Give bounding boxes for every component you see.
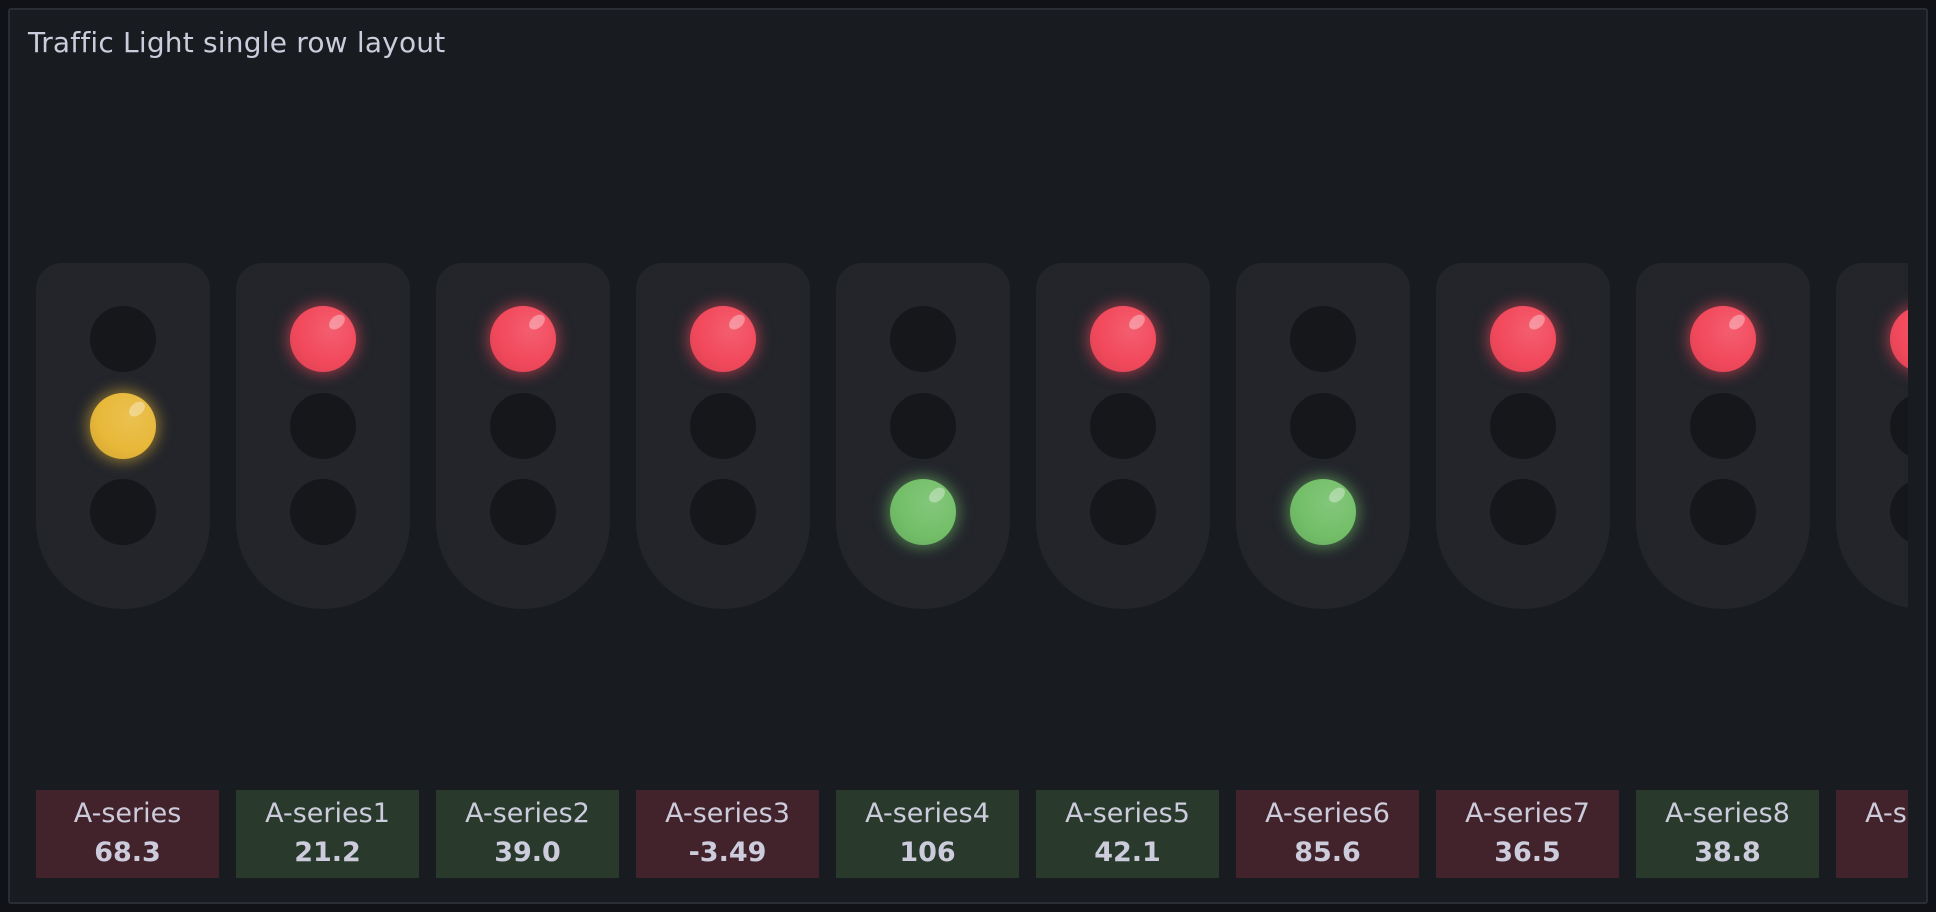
bottom-lamp — [1090, 479, 1156, 545]
traffic-light-row: A-series 68.3 A-series1 21.2 A-series2 39.0 A-… — [10, 10, 1908, 902]
traffic-light-housing — [1836, 263, 1908, 609]
top-lamp — [1890, 306, 1908, 372]
middle-lamp — [290, 393, 356, 459]
middle-lamp — [1090, 393, 1156, 459]
traffic-light-item: A-series 68.3 — [12, 10, 219, 902]
series-value: 42.1 — [1094, 837, 1161, 868]
traffic-light-item: A-series4 106 — [812, 10, 1019, 902]
series-value: 21.2 — [294, 837, 361, 868]
bottom-lamp — [1690, 479, 1756, 545]
series-value: 106 — [899, 837, 956, 868]
traffic-light-item: A-series5 42.1 — [1012, 10, 1219, 902]
traffic-light-housing — [836, 263, 1010, 609]
bottom-lamp — [90, 479, 156, 545]
series-label[interactable]: A-series7 36.5 — [1436, 790, 1619, 878]
series-value: 39.0 — [494, 837, 561, 868]
middle-lamp — [1290, 393, 1356, 459]
traffic-light-panel: Traffic Light single row layout A-series… — [8, 8, 1928, 904]
top-lamp — [490, 306, 556, 372]
top-lamp — [1090, 306, 1156, 372]
series-name: A-series2 — [465, 798, 590, 829]
series-label[interactable]: A-series9 4 — [1836, 790, 1908, 878]
middle-lamp — [690, 393, 756, 459]
middle-lamp — [1890, 393, 1908, 459]
series-label[interactable]: A-series8 38.8 — [1636, 790, 1819, 878]
traffic-light-housing — [236, 263, 410, 609]
series-label[interactable]: A-series3 -3.49 — [636, 790, 819, 878]
traffic-light-item: A-series8 38.8 — [1612, 10, 1819, 902]
series-name: A-series5 — [1065, 798, 1190, 829]
traffic-light-housing — [1036, 263, 1210, 609]
series-label[interactable]: A-series5 42.1 — [1036, 790, 1219, 878]
series-name: A-series7 — [1465, 798, 1590, 829]
traffic-light-item: A-series2 39.0 — [412, 10, 619, 902]
traffic-light-item: A-series3 -3.49 — [612, 10, 819, 902]
series-name: A-series6 — [1265, 798, 1390, 829]
series-value: 38.8 — [1694, 837, 1761, 868]
top-lamp — [1290, 306, 1356, 372]
middle-lamp — [490, 393, 556, 459]
top-lamp — [890, 306, 956, 372]
series-label[interactable]: A-series 68.3 — [36, 790, 219, 878]
series-name: A-series3 — [665, 798, 790, 829]
bottom-lamp — [690, 479, 756, 545]
bottom-lamp — [490, 479, 556, 545]
traffic-light-housing — [1636, 263, 1810, 609]
top-lamp — [1490, 306, 1556, 372]
series-label[interactable]: A-series4 106 — [836, 790, 1019, 878]
bottom-lamp — [1290, 479, 1356, 545]
traffic-light-housing — [636, 263, 810, 609]
middle-lamp — [1490, 393, 1556, 459]
traffic-light-item: A-series6 85.6 — [1212, 10, 1419, 902]
bottom-lamp — [290, 479, 356, 545]
top-lamp — [290, 306, 356, 372]
top-lamp — [1690, 306, 1756, 372]
traffic-light-item: A-series9 4 — [1812, 10, 1908, 902]
traffic-light-housing — [1436, 263, 1610, 609]
series-name: A-series9 — [1865, 798, 1908, 829]
series-value: -3.49 — [688, 837, 767, 868]
traffic-light-housing — [1236, 263, 1410, 609]
bottom-lamp — [890, 479, 956, 545]
series-name: A-series1 — [265, 798, 390, 829]
middle-lamp — [1690, 393, 1756, 459]
series-value: 85.6 — [1294, 837, 1361, 868]
traffic-light-housing — [436, 263, 610, 609]
series-value: 4 — [1836, 837, 1908, 868]
middle-lamp — [90, 393, 156, 459]
traffic-light-item: A-series7 36.5 — [1412, 10, 1619, 902]
traffic-light-item: A-series1 21.2 — [212, 10, 419, 902]
bottom-lamp — [1490, 479, 1556, 545]
series-name: A-series4 — [865, 798, 990, 829]
top-lamp — [90, 306, 156, 372]
series-value: 36.5 — [1494, 837, 1561, 868]
bottom-lamp — [1890, 479, 1908, 545]
series-label[interactable]: A-series6 85.6 — [1236, 790, 1419, 878]
series-label[interactable]: A-series2 39.0 — [436, 790, 619, 878]
middle-lamp — [890, 393, 956, 459]
series-name: A-series — [73, 798, 182, 829]
traffic-light-housing — [36, 263, 210, 609]
top-lamp — [690, 306, 756, 372]
series-label[interactable]: A-series1 21.2 — [236, 790, 419, 878]
series-value: 68.3 — [94, 837, 161, 868]
series-name: A-series8 — [1665, 798, 1790, 829]
